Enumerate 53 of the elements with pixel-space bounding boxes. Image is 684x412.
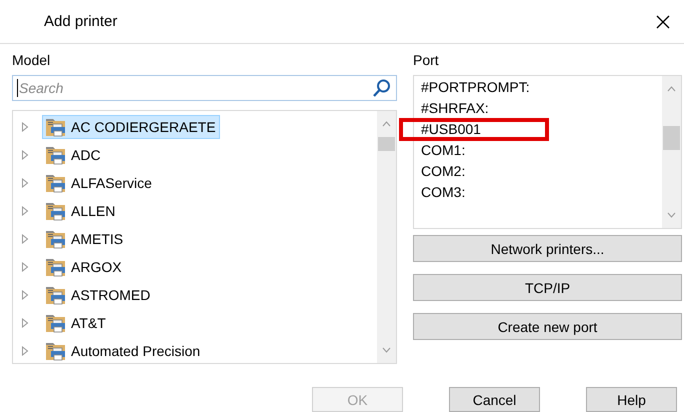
- expand-arrow-icon[interactable]: [21, 122, 30, 132]
- scrollbar[interactable]: [377, 111, 396, 363]
- port-button[interactable]: Network printers...: [413, 235, 682, 262]
- model-tree-item[interactable]: AT&T: [42, 311, 110, 335]
- printer-folder-icon: [45, 229, 67, 249]
- scroll-up-icon[interactable]: [667, 86, 676, 92]
- model-tree-item[interactable]: ARGOX: [42, 255, 126, 279]
- printer-folder-icon: [45, 145, 67, 165]
- printer-folder-icon: [45, 313, 67, 333]
- search-icon[interactable]: [372, 78, 392, 98]
- port-list-item[interactable]: COM2:: [416, 160, 543, 183]
- port-button[interactable]: TCP/IP: [413, 274, 682, 301]
- close-icon[interactable]: [656, 14, 670, 28]
- port-label: Port: [413, 51, 440, 70]
- expand-arrow-icon[interactable]: [21, 150, 30, 160]
- model-tree-item[interactable]: AC CODIERGERAETE: [42, 115, 220, 139]
- port-list-item[interactable]: #SHRFAX:: [416, 97, 543, 120]
- port-list-item[interactable]: #USB001: [399, 118, 549, 141]
- scroll-up-icon[interactable]: [382, 121, 391, 127]
- model-tree-item[interactable]: ALFAService: [42, 171, 156, 195]
- printer-folder-icon: [45, 341, 67, 361]
- expand-arrow-icon[interactable]: [21, 234, 30, 244]
- printer-folder-icon: [45, 173, 67, 193]
- expand-arrow-icon[interactable]: [21, 290, 30, 300]
- model-tree-item[interactable]: ALLEN: [42, 199, 120, 223]
- scrollbar-thumb[interactable]: [663, 126, 680, 150]
- port-list-item[interactable]: #PORTPROMPT:: [416, 76, 543, 99]
- expand-arrow-icon[interactable]: [21, 346, 30, 356]
- scroll-down-icon[interactable]: [667, 212, 676, 218]
- expand-arrow-icon[interactable]: [21, 318, 30, 328]
- search-field[interactable]: Search: [17, 79, 372, 97]
- scroll-down-icon[interactable]: [382, 347, 391, 353]
- model-tree-item[interactable]: ASTROMED: [42, 283, 154, 307]
- printer-folder-icon: [45, 201, 67, 221]
- printer-folder-icon: [45, 257, 67, 277]
- port-list-item[interactable]: COM1:: [416, 139, 543, 162]
- expand-arrow-icon[interactable]: [21, 262, 30, 272]
- port-button[interactable]: Create new port: [413, 313, 682, 340]
- scrollbar-thumb[interactable]: [378, 137, 395, 151]
- search-box[interactable]: Search: [12, 75, 397, 101]
- model-tree-item[interactable]: Automated Precision: [42, 339, 204, 363]
- dialog-button[interactable]: Cancel: [449, 387, 540, 412]
- model-tree-item[interactable]: ADC: [42, 143, 105, 167]
- model-label: Model: [12, 51, 52, 70]
- expand-arrow-icon[interactable]: [21, 206, 30, 216]
- model-tree-item[interactable]: AMETIS: [42, 227, 128, 251]
- scrollbar[interactable]: [662, 76, 681, 228]
- dialog-button[interactable]: Help: [586, 387, 677, 412]
- printer-folder-icon: [45, 117, 67, 137]
- printer-folder-icon: [45, 285, 67, 305]
- port-list-item[interactable]: COM3:: [416, 181, 543, 204]
- expand-arrow-icon[interactable]: [21, 178, 30, 188]
- window-title: Add printer: [44, 13, 118, 30]
